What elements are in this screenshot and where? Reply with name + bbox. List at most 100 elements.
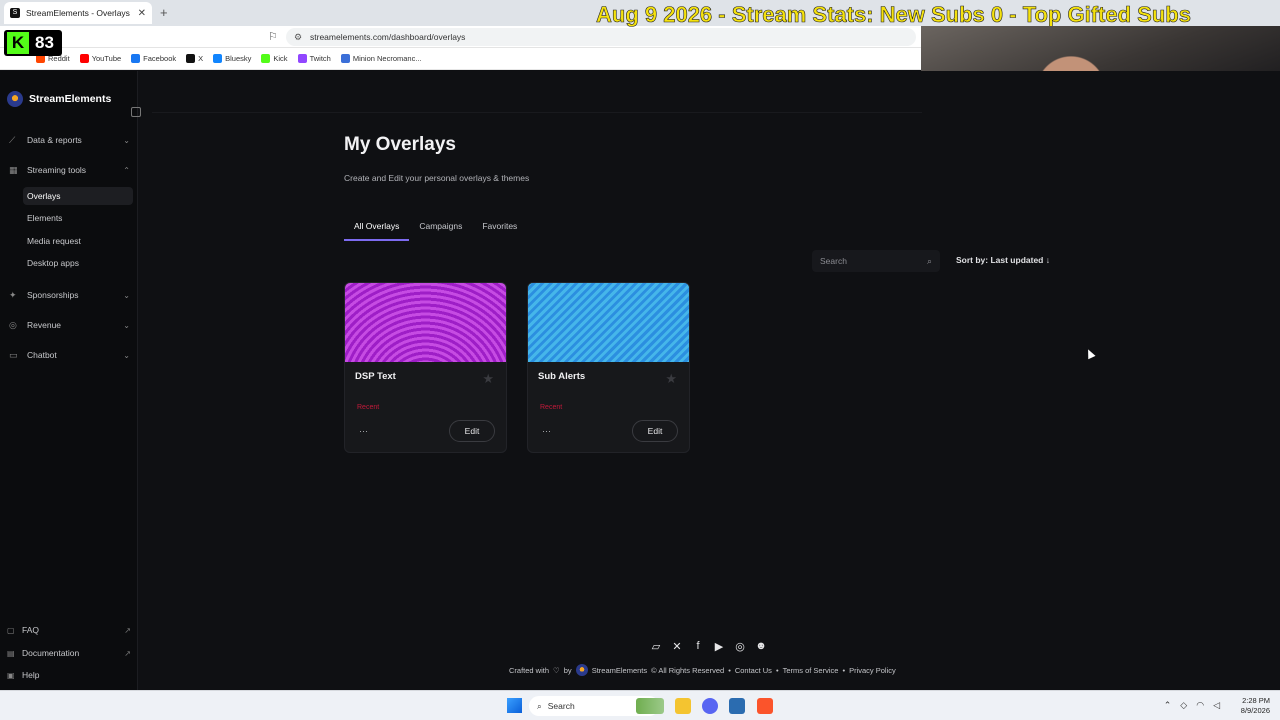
tab-all-overlays[interactable]: All Overlays — [344, 217, 410, 241]
kick-viewer-badge: K 83 — [4, 30, 62, 56]
sidebar-item-revenue[interactable]: ◎ Revenue ⌄ — [9, 315, 130, 335]
sidebar-item-sponsorships[interactable]: ✦ Sponsorships ⌄ — [9, 285, 130, 305]
sidebar-item-data-reports[interactable]: ⟋ Data & reports ⌄ — [9, 130, 130, 150]
overlay-name: Sub Alerts — [538, 371, 586, 382]
bookmark-label: Facebook — [143, 54, 177, 63]
overlay-card[interactable]: DSP Text ★ Recent ··· Edit — [344, 282, 507, 453]
sidebar-collapse-icon[interactable] — [131, 107, 141, 117]
sidebar-item-elements[interactable]: Elements — [23, 209, 133, 227]
mouse-cursor — [1084, 347, 1096, 360]
social-links: ▱ ✕ f ▶ ◎ ☻ — [650, 640, 767, 653]
bullet-icon: • — [775, 665, 779, 675]
bookmark-item[interactable]: Minion Necromanc... — [340, 54, 422, 63]
external-link-icon: ↗ — [124, 625, 131, 635]
sidebar-item-label: Sponsorships — [27, 290, 79, 300]
terms-link[interactable]: Terms of Service — [783, 666, 839, 675]
contact-link[interactable]: Contact Us — [735, 666, 772, 675]
bookmark-label: Minion Necromanc... — [352, 54, 422, 63]
tab-campaigns[interactable]: Campaigns — [409, 217, 472, 241]
sidebar-item-media-request[interactable]: Media request — [23, 232, 133, 250]
arrow-down-icon: ↓ — [1045, 255, 1050, 265]
brand[interactable]: StreamElements — [7, 91, 111, 107]
edit-button[interactable]: Edit — [449, 420, 495, 442]
dashboard-page: StreamElements ⟋ Data & reports ⌄ ▦ Stre… — [0, 71, 1280, 690]
sidebar-item-streaming-tools[interactable]: ▦ Streaming tools ⌃ — [9, 160, 130, 180]
chatbot-icon: ▭ — [9, 349, 18, 360]
discord-icon[interactable]: ☻ — [755, 640, 767, 653]
sidebar-help-link[interactable]: ▣ Help — [7, 666, 131, 684]
instagram-icon[interactable]: ◎ — [734, 640, 746, 653]
bookmark-icon[interactable]: ⚐ — [268, 30, 278, 43]
help-label: Help — [22, 670, 40, 680]
bookmark-item[interactable]: X — [186, 54, 203, 63]
chevron-up-icon: ⌃ — [123, 165, 130, 175]
bookmark-label: X — [198, 54, 204, 63]
chevron-up-icon[interactable]: ⌃ — [1164, 700, 1172, 711]
sidebar-faq-link[interactable]: ▢ FAQ ↗ — [7, 621, 131, 639]
page-subtitle: Create and Edit your personal overlays &… — [344, 173, 530, 183]
bookmark-favicon-icon — [340, 54, 350, 63]
sort-dropdown[interactable]: Sort by: Last updated ↓ — [956, 255, 1050, 265]
tools-icon: ▦ — [9, 164, 18, 175]
recent-badge: Recent — [540, 404, 563, 411]
privacy-link[interactable]: Privacy Policy — [849, 666, 896, 675]
search-icon: ⌕ — [537, 700, 542, 711]
overlay-thumbnail[interactable] — [528, 283, 689, 362]
file-explorer-icon[interactable] — [675, 698, 691, 714]
tab-close-icon[interactable]: ✕ — [138, 8, 146, 19]
edit-button[interactable]: Edit — [632, 420, 678, 442]
bookmark-item[interactable]: YouTube — [79, 54, 121, 63]
footer-by: by — [563, 665, 572, 675]
bookmark-item[interactable]: Bluesky — [213, 54, 251, 63]
x-icon[interactable]: ✕ — [671, 640, 683, 653]
network-icon[interactable]: ◇ — [1180, 700, 1187, 711]
taskbar-clock[interactable]: 2:28 PM 8/9/2026 — [1241, 696, 1270, 716]
bookmark-item[interactable]: Facebook — [131, 54, 176, 63]
discord-app-icon[interactable] — [702, 698, 718, 714]
browser-tab[interactable]: S StreamElements - Overlays ✕ — [4, 2, 152, 24]
wifi-icon[interactable]: ◠ — [1196, 700, 1204, 711]
app-icon[interactable] — [729, 698, 745, 714]
site-settings-icon[interactable]: ⚙ — [294, 32, 302, 43]
sidebar-documentation-link[interactable]: ▤ Documentation ↗ — [7, 644, 131, 662]
sidebar-item-chatbot[interactable]: ▭ Chatbot ⌄ — [9, 345, 130, 365]
footer-brand: StreamElements — [591, 665, 648, 675]
sidebar-item-desktop-apps[interactable]: Desktop apps — [23, 254, 133, 272]
overlay-card[interactable]: Sub Alerts ★ Recent ··· Edit — [527, 282, 690, 453]
page-footer: Crafted with ♡ by StreamElements © All R… — [509, 664, 896, 676]
overlay-thumbnail[interactable] — [345, 283, 506, 362]
chevron-down-icon: ⌄ — [123, 350, 130, 360]
tab-favorites[interactable]: Favorites — [472, 217, 527, 241]
bookmark-favicon-icon — [297, 54, 307, 63]
more-options-button[interactable]: ··· — [542, 426, 551, 436]
clock-date: 8/9/2026 — [1240, 706, 1270, 715]
taskbar-search-label: Search — [547, 701, 575, 711]
windows-start-icon[interactable] — [507, 698, 522, 713]
widgets-icon[interactable] — [636, 698, 664, 714]
url-field[interactable]: ⚙ streamelements.com/dashboard/overlays — [286, 28, 916, 46]
favorite-star-icon[interactable]: ★ — [482, 371, 494, 387]
facebook-icon[interactable]: f — [692, 640, 704, 653]
footer-rights: © All Rights Reserved — [651, 665, 725, 675]
bullet-icon: • — [728, 665, 731, 675]
volume-icon[interactable]: ◁ — [1213, 700, 1220, 711]
brave-browser-icon[interactable] — [757, 698, 773, 714]
youtube-icon[interactable]: ▶ — [713, 640, 725, 653]
kick-count: 83 — [35, 33, 54, 52]
new-tab-icon[interactable]: + — [160, 5, 168, 20]
sponsorship-icon: ✦ — [9, 289, 17, 300]
favorite-star-icon[interactable]: ★ — [665, 371, 677, 387]
twitch-icon[interactable]: ▱ — [650, 640, 662, 653]
overlay-tabs: All Overlays Campaigns Favorites — [344, 217, 527, 241]
sidebar-item-label: Revenue — [27, 320, 62, 330]
sidebar-item-overlays[interactable]: Overlays — [23, 187, 133, 205]
more-options-button[interactable]: ··· — [359, 426, 368, 436]
bookmark-item[interactable]: Twitch — [297, 54, 331, 63]
sidebar-item-label: Data & reports — [27, 135, 82, 145]
bookmark-item[interactable]: Kick — [261, 54, 288, 63]
search-input[interactable]: Search ⌕ — [812, 250, 940, 272]
bullet-icon: • — [842, 665, 846, 675]
bookmark-favicon-icon — [213, 54, 223, 63]
page-title: My Overlays — [344, 134, 456, 155]
sidebar-item-label: Chatbot — [27, 350, 57, 360]
